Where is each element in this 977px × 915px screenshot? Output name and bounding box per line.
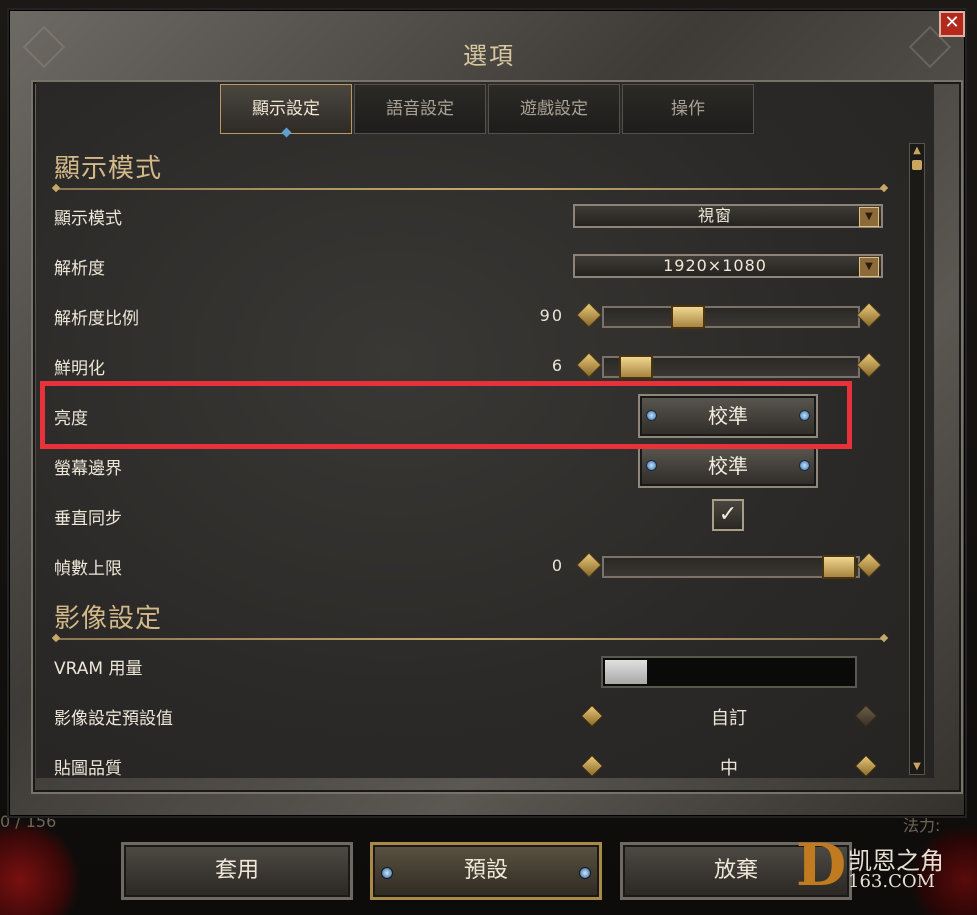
slider-thumb[interactable] bbox=[618, 355, 653, 379]
dropdown-arrow-icon: ▼ bbox=[859, 207, 879, 227]
video-preset-label: 影像設定預設值 bbox=[54, 709, 173, 729]
gem-icon bbox=[799, 460, 810, 471]
button-label: 預設 bbox=[463, 858, 508, 883]
vsync-checkbox[interactable]: ✓ bbox=[712, 499, 744, 531]
title-bar: 選項 bbox=[9, 10, 969, 80]
vram-usage-fill bbox=[605, 660, 648, 684]
vram-label: VRAM 用量 bbox=[54, 659, 143, 679]
section-heading-display: 顯示模式 bbox=[54, 154, 163, 184]
section-divider bbox=[56, 638, 884, 640]
screen-bounds-label: 螢幕邊界 bbox=[54, 459, 122, 479]
resolution-scale-slider[interactable] bbox=[576, 302, 882, 329]
sharpening-label: 鮮明化 bbox=[54, 359, 105, 379]
sharpening-slider[interactable] bbox=[576, 352, 882, 379]
site-logo: D 凯恩之角 163.COM bbox=[796, 835, 977, 915]
options-scrollbar[interactable]: ▲ ▼ bbox=[909, 143, 925, 775]
vsync-label: 垂直同步 bbox=[54, 509, 122, 529]
resolution-scale-value: 90 bbox=[539, 306, 564, 325]
dropdown-arrow-icon: ▼ bbox=[859, 257, 879, 277]
resolution-dropdown[interactable]: 1920×1080 ▼ bbox=[573, 254, 883, 278]
resolution-value: 1920×1080 bbox=[663, 256, 767, 275]
slider-track bbox=[602, 306, 860, 328]
checkmark-icon: ✓ bbox=[718, 502, 738, 527]
slider-left-arrow-icon[interactable] bbox=[576, 352, 602, 378]
apply-button[interactable]: 套用 bbox=[121, 842, 353, 900]
display-mode-label: 顯示模式 bbox=[54, 209, 122, 229]
tab-gameplay[interactable]: 遊戲設定 bbox=[488, 84, 620, 134]
slider-right-arrow-icon[interactable] bbox=[856, 552, 882, 578]
slider-left-arrow-icon[interactable] bbox=[576, 302, 602, 328]
slider-thumb[interactable] bbox=[822, 555, 856, 579]
slider-right-arrow-icon[interactable] bbox=[856, 302, 882, 328]
frame-cap-value: 0 bbox=[551, 556, 564, 575]
scroll-down-arrow-icon[interactable]: ▼ bbox=[910, 760, 924, 774]
slider-right-arrow-icon[interactable] bbox=[856, 352, 882, 378]
texture-quality-label: 貼圖品質 bbox=[54, 759, 122, 779]
gem-icon bbox=[579, 867, 591, 879]
vram-usage-bar bbox=[601, 656, 857, 688]
logo-letter: D bbox=[796, 831, 847, 899]
defaults-button[interactable]: 預設 bbox=[370, 842, 602, 900]
display-mode-value: 視窗 bbox=[697, 206, 732, 225]
tab-audio[interactable]: 語音設定 bbox=[354, 84, 486, 134]
button-label: 校準 bbox=[708, 454, 748, 478]
tab-controls[interactable]: 操作 bbox=[622, 84, 754, 134]
slider-left-arrow-icon[interactable] bbox=[576, 552, 602, 578]
section-heading-video: 影像設定 bbox=[54, 604, 163, 634]
scroll-thumb[interactable] bbox=[912, 160, 922, 170]
window-title: 選項 bbox=[463, 42, 515, 70]
resolution-label: 解析度 bbox=[54, 259, 105, 279]
highlight-box bbox=[40, 381, 852, 449]
resolution-scale-label: 解析度比例 bbox=[54, 309, 139, 329]
frame-cap-slider[interactable] bbox=[576, 552, 882, 579]
close-button[interactable]: ✕ bbox=[939, 11, 965, 37]
display-mode-dropdown[interactable]: 視窗 ▼ bbox=[573, 204, 883, 228]
gem-icon bbox=[381, 867, 393, 879]
slider-thumb[interactable] bbox=[670, 305, 705, 329]
gem-icon bbox=[646, 460, 657, 471]
logo-domain: 163.COM bbox=[848, 871, 936, 892]
scroll-up-arrow-icon[interactable]: ▲ bbox=[910, 144, 924, 158]
screen-bounds-calibrate-button[interactable]: 校準 bbox=[638, 444, 818, 488]
section-divider bbox=[56, 188, 884, 190]
texture-quality-value: 中 bbox=[720, 758, 738, 779]
sharpening-value: 6 bbox=[551, 356, 564, 375]
frame-cap-label: 幀數上限 bbox=[54, 559, 122, 579]
video-preset-value: 自訂 bbox=[711, 708, 747, 729]
